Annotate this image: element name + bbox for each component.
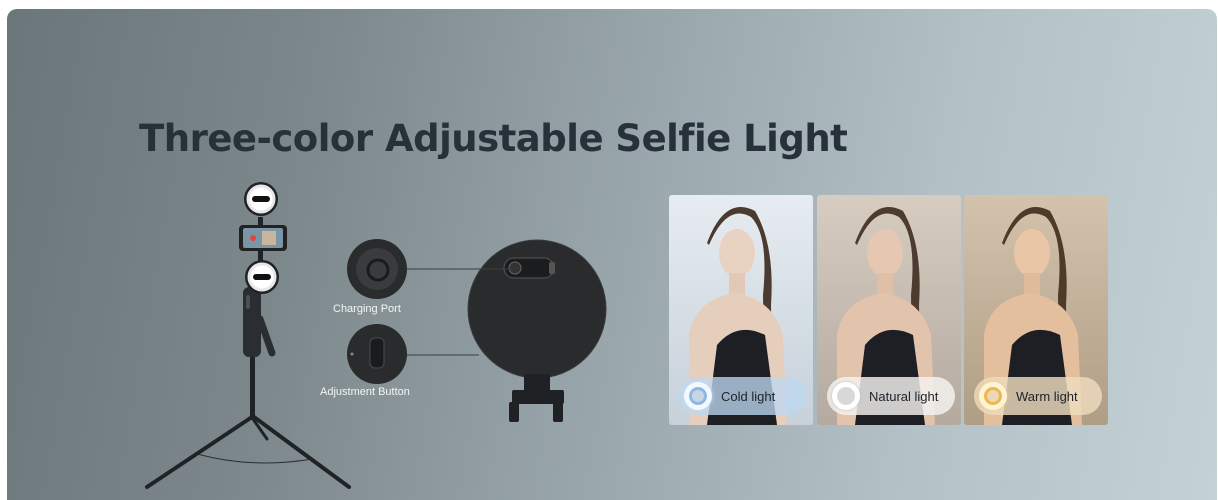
warm-light-label: Warm light: [1016, 388, 1078, 404]
cold-light-label: Cold light: [721, 388, 776, 404]
adjustment-button-label: Adjustment Button: [320, 386, 410, 398]
warm-light-ring-icon: [979, 382, 1007, 410]
cold-light-badge: Cold light: [679, 377, 807, 415]
product-banner: Three-color Adjustable Selfie Light Char…: [7, 9, 1217, 500]
warm-light-photo: Warm light: [964, 195, 1108, 425]
natural-light-badge: Natural light: [827, 377, 955, 415]
warm-light-badge: Warm light: [974, 377, 1102, 415]
charging-port-label: Charging Port: [333, 303, 401, 315]
banner-title: Three-color Adjustable Selfie Light: [139, 117, 848, 160]
natural-light-photo: Natural light: [817, 195, 961, 425]
cold-light-ring-icon: [684, 382, 712, 410]
charging-port-detail: [347, 239, 407, 299]
adjustment-button-detail: [347, 324, 407, 384]
natural-light-ring-icon: [832, 382, 860, 410]
cold-light-photo: Cold light: [669, 195, 813, 425]
natural-light-label: Natural light: [869, 388, 939, 404]
